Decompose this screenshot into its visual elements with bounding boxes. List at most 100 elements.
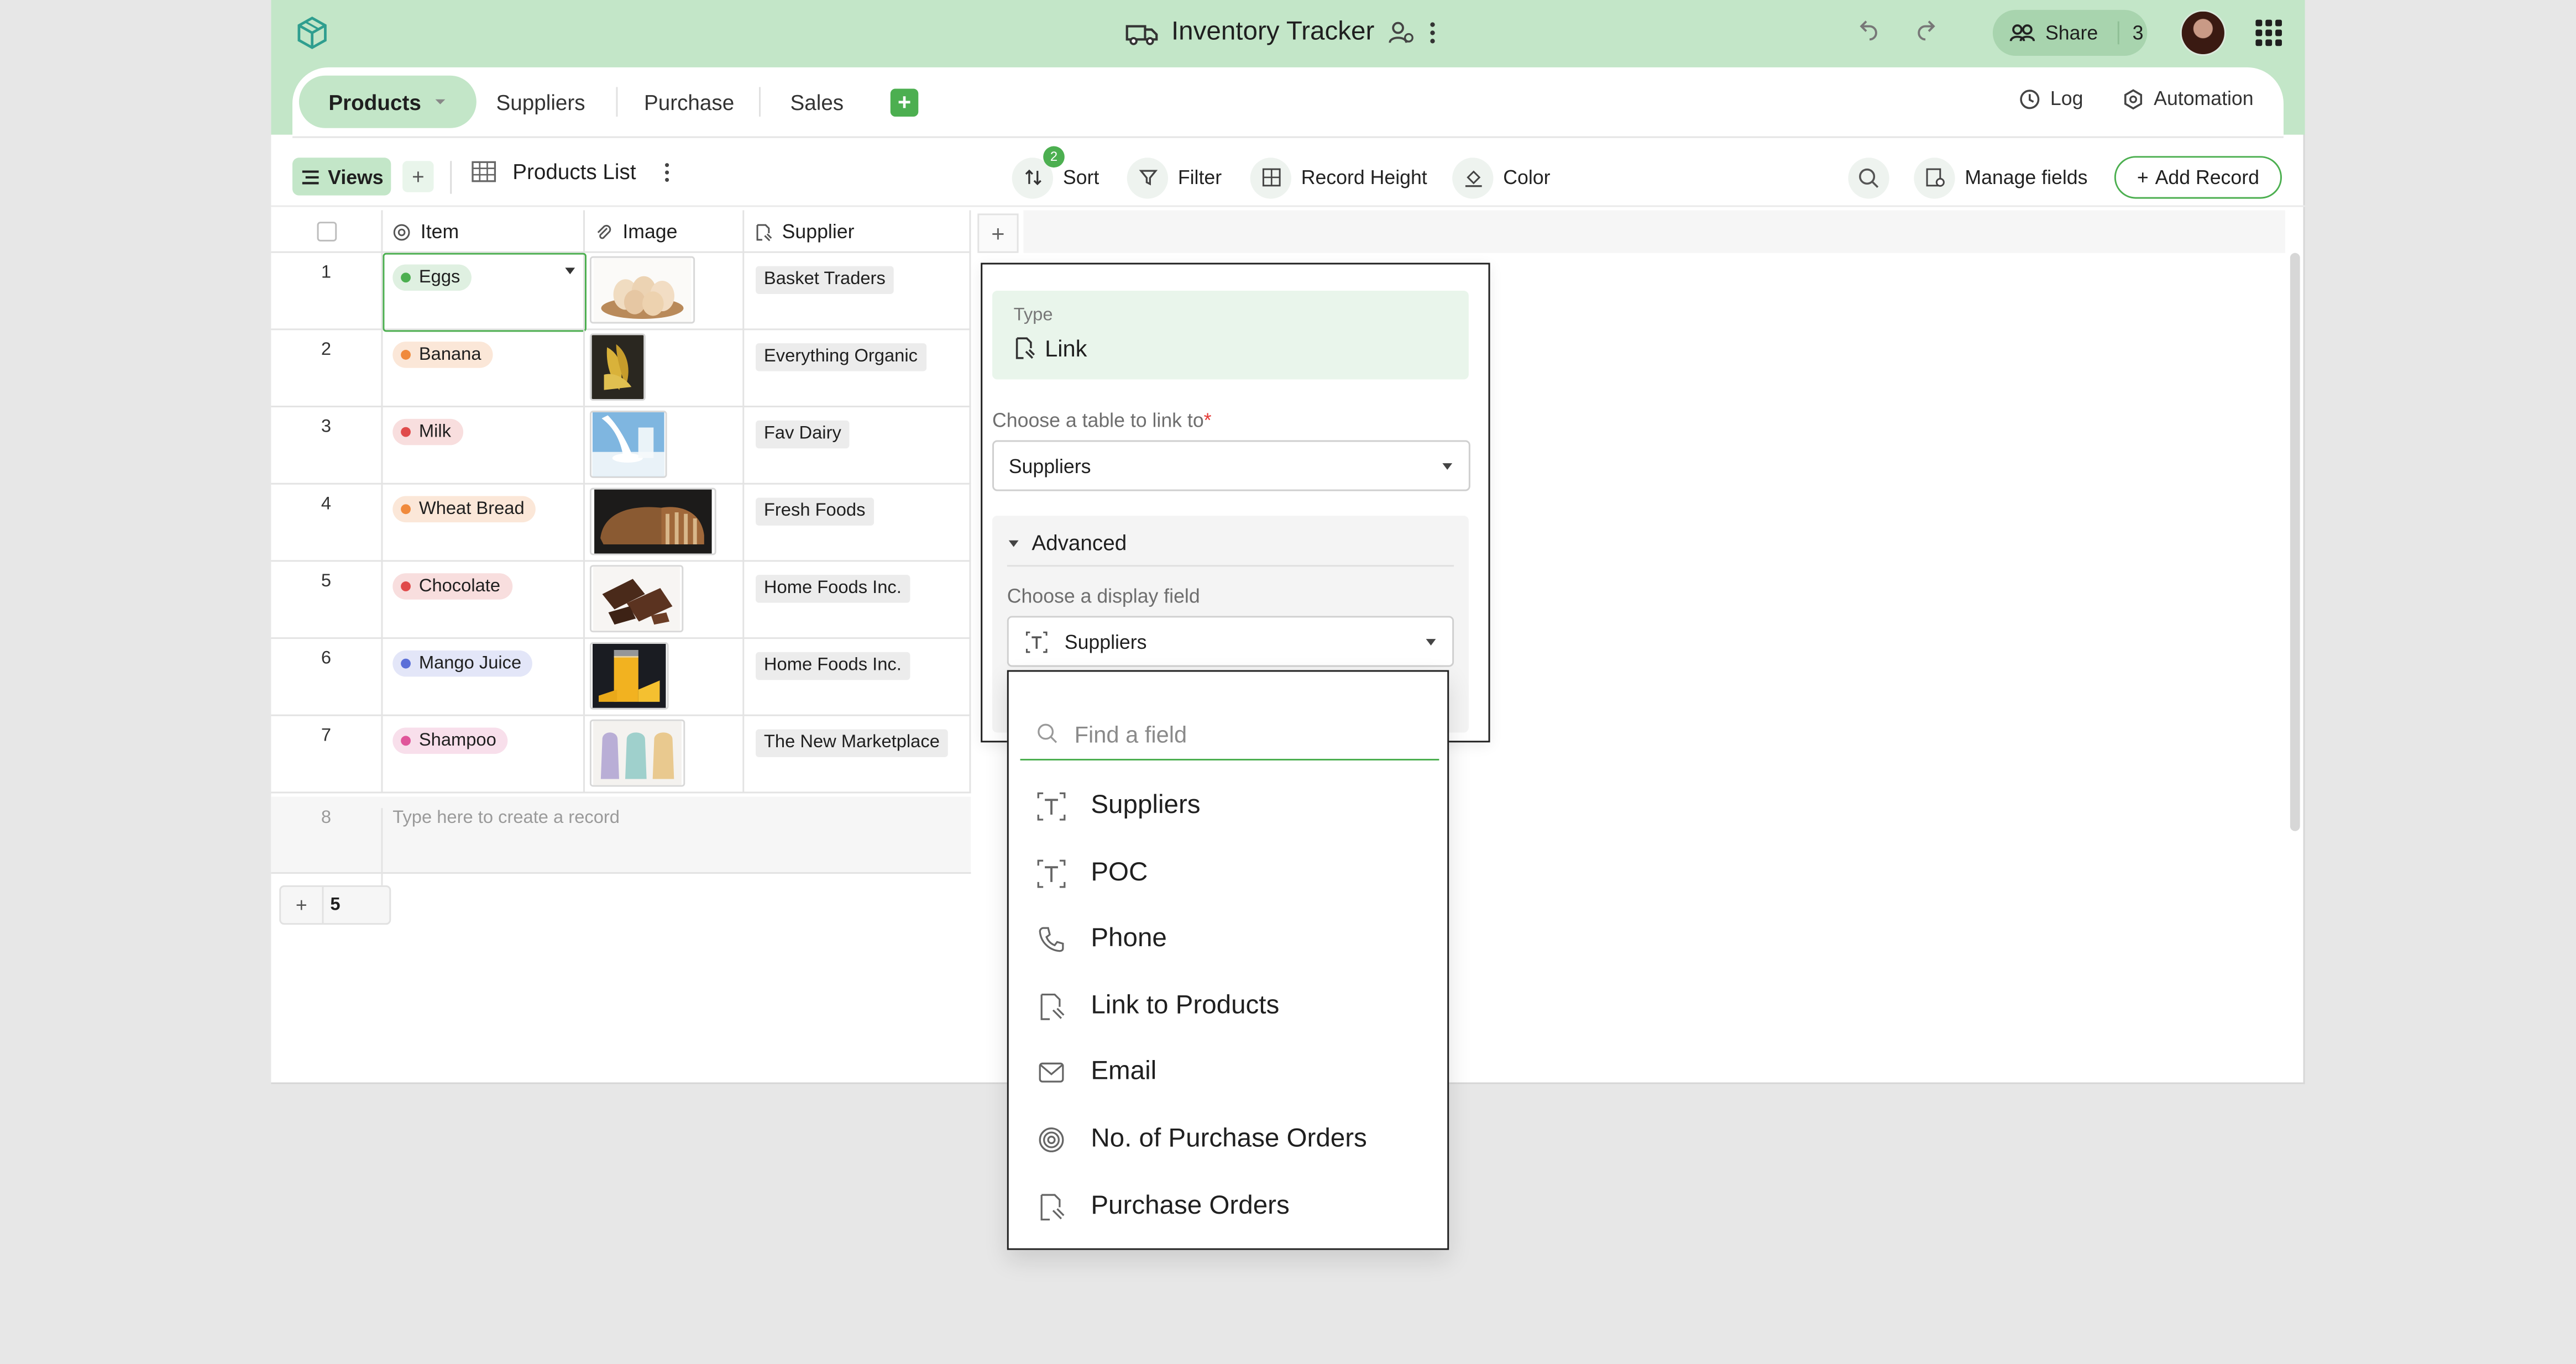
column-header-image[interactable]: Image [585,210,745,253]
apps-grid-icon[interactable] [2255,19,2282,46]
column-header-supplier[interactable]: Supplier [744,210,971,253]
vertical-scrollbar[interactable] [2290,253,2300,831]
item-cell[interactable]: Chocolate [383,562,585,639]
table-row[interactable]: 6 Mango Juice Home Foods Inc. [271,639,971,716]
image-cell[interactable] [585,639,745,716]
supplier-cell[interactable]: Fav Dairy [744,407,971,485]
text-field-icon [1025,630,1048,653]
log-button[interactable]: Log [2019,87,2083,110]
grid-view-icon [472,161,496,182]
supplier-cell[interactable]: Everything Organic [744,330,971,408]
image-cell[interactable] [585,716,745,794]
item-cell[interactable]: Milk [383,407,585,485]
advanced-toggle[interactable]: Advanced [1008,531,1127,555]
tab-suppliers[interactable]: Suppliers [496,76,585,128]
supplier-cell[interactable]: Basket Traders [744,253,971,330]
item-cell[interactable]: Shampoo [383,716,585,794]
tab-divider [616,87,618,117]
views-button[interactable]: Views [292,158,391,196]
item-cell[interactable]: Banana [383,330,585,408]
mango-juice-thumbnail[interactable] [589,642,669,710]
user-avatar[interactable] [2180,9,2226,56]
more-vertical-icon[interactable] [662,160,672,183]
tab-products[interactable]: Products [299,75,477,128]
column-header-item[interactable]: Item [383,210,585,253]
table-row[interactable]: 5 Chocolate Home Foods Inc. [271,562,971,639]
new-record-row[interactable]: 8 Type here to create a record [271,796,971,885]
add-rows-count[interactable]: 5 [323,895,340,915]
bread-thumbnail[interactable] [589,487,716,555]
chocolate-thumbnail[interactable] [589,565,684,633]
add-table-button[interactable]: + [890,88,919,117]
table-tab-bar: Products Suppliers Purchase Sales + Log [292,67,2284,137]
table-row[interactable]: 4 Wheat Bread Fresh Foods [271,484,971,562]
item-cell[interactable]: Wheat Bread [383,484,585,562]
redo-icon[interactable] [1912,17,1939,43]
menu-icon [300,169,320,185]
plus-icon[interactable]: + [281,886,324,924]
option-suppliers[interactable]: Suppliers [1035,787,1201,826]
image-cell[interactable] [585,407,745,485]
record-height-button[interactable]: Record Height [1250,156,1427,198]
record-height-icon [1250,156,1291,198]
item-cell[interactable]: Mango Juice [383,639,585,716]
image-cell[interactable] [585,562,745,639]
add-record-button[interactable]: + Add Record [2114,156,2282,199]
tab-purchase[interactable]: Purchase [644,76,734,128]
supplier-cell[interactable]: Home Foods Inc. [744,562,971,639]
chevron-down-icon [434,97,448,107]
option-email[interactable]: Email [1035,1053,1156,1092]
option-no-of-purchase-orders[interactable]: No. of Purchase Orders [1035,1120,1367,1160]
display-field-select[interactable]: Suppliers [1007,616,1454,667]
banana-thumbnail[interactable] [589,333,646,401]
color-button[interactable]: Color [1452,156,1551,198]
option-purchase-orders[interactable]: Purchase Orders [1035,1188,1290,1227]
manage-fields-button[interactable]: Manage fields [1914,156,2087,198]
supplier-cell[interactable]: The New Marketplace [744,716,971,794]
more-vertical-icon[interactable] [1427,20,1437,46]
option-poc[interactable]: POC [1035,854,1148,893]
image-cell[interactable] [585,330,745,408]
image-cell[interactable] [585,253,745,330]
milk-thumbnail[interactable] [589,410,667,478]
link-table-select[interactable]: Suppliers [992,440,1470,491]
filter-button[interactable]: Filter [1127,156,1222,198]
select-all-checkbox[interactable] [316,222,336,242]
status-dot [401,427,411,437]
option-phone[interactable]: Phone [1035,920,1167,959]
automation-button[interactable]: Automation [2123,87,2254,110]
active-cell-outline [383,253,587,332]
find-field-input[interactable]: Find a field [1020,708,1439,760]
find-field-placeholder: Find a field [1074,720,1187,747]
add-column-button[interactable]: + [977,213,1019,253]
tab-sales[interactable]: Sales [790,76,844,128]
current-view[interactable]: Products List [472,159,672,184]
eggs-thumbnail[interactable] [589,256,695,324]
supplier-tag: Home Foods Inc. [756,652,910,680]
table-row[interactable]: 2 Banana Everything Organic [271,330,971,408]
search-button[interactable] [1848,156,1889,198]
add-record-label: Add Record [2155,166,2259,189]
table-row[interactable]: 7 Shampoo The New Marketplace [271,716,971,794]
color-label: Color [1503,166,1551,189]
supplier-tag: Fresh Foods [756,497,874,526]
display-field-label: Choose a display field [1007,584,1200,608]
field-type-selector[interactable]: Type Link [992,291,1469,380]
add-view-button[interactable]: + [402,161,434,192]
app-logo-icon[interactable] [294,15,330,51]
shampoo-thumbnail[interactable] [589,719,685,787]
table-row[interactable]: 3 Milk Fav Dairy [271,407,971,485]
column-label: Image [622,220,678,243]
supplier-cell[interactable]: Home Foods Inc. [744,639,971,716]
caret-down-icon[interactable] [565,267,575,275]
add-rows-control[interactable]: + 5 [279,885,391,925]
option-link-to-products[interactable]: Link to Products [1035,987,1279,1026]
supplier-cell[interactable]: Fresh Foods [744,484,971,562]
sort-button[interactable]: 2 Sort [1012,145,1099,198]
collaborator-icon[interactable] [1388,20,1414,46]
image-cell[interactable] [585,484,745,562]
undo-icon[interactable] [1856,17,1883,43]
base-title[interactable]: Inventory Tracker [1171,18,1374,48]
table-row[interactable]: 1 Eggs Basket Traders [271,253,971,332]
share-button[interactable]: Share 3 [1992,9,2148,56]
